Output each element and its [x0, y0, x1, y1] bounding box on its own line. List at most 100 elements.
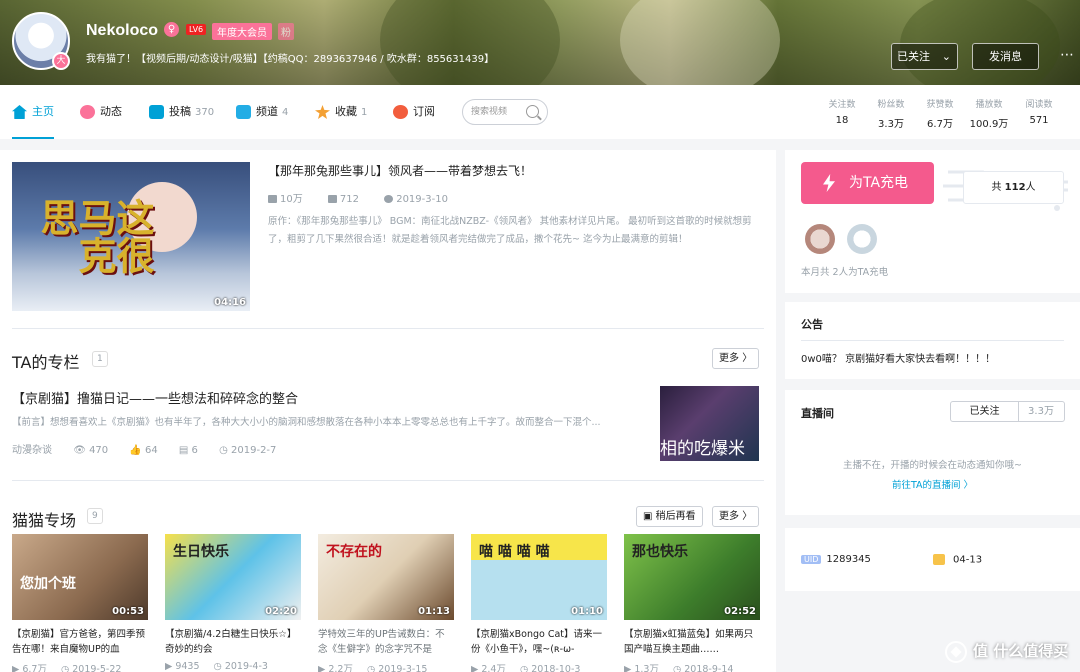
uid-value: 1289345: [826, 554, 871, 565]
featured-video-title[interactable]: 【那年那兔那些事儿】领风者——带着梦想去飞！: [268, 162, 532, 179]
video-plays-value: 1.3万: [634, 664, 659, 672]
danmaku-count: 712: [327, 194, 359, 205]
more-options-icon[interactable]: ⋯: [1054, 43, 1080, 70]
video-thumbnail[interactable]: 那也快乐 02:52: [624, 534, 760, 620]
follow-button[interactable]: 已关注 ⌄: [891, 43, 958, 70]
video-title[interactable]: 学特效三年的UP告诫数白：不念《生僻字》的念字咒不是: [318, 627, 454, 657]
stat-reads-value: 571: [1029, 115, 1049, 126]
vip-badge[interactable]: 年度大会员: [212, 23, 272, 40]
thumbnail-overlay-text: 这很马克思: [34, 198, 154, 274]
tab-subscribe[interactable]: 订阅: [393, 85, 435, 139]
video-plays-value: 6.7万: [22, 664, 47, 672]
charge-button-label: 为TA充电: [849, 175, 909, 191]
stat-fans-label: 粉丝数: [877, 100, 905, 110]
featured-video-meta: 10万 712 2019-3-10: [268, 190, 470, 205]
article-title[interactable]: 【京剧猫】撸猫日记——一些想法和碎碎念的整合: [12, 388, 298, 407]
video-title[interactable]: 【京剧猫】官方爸爸，第四季预告在哪！来自魔物UP的血: [12, 627, 148, 657]
video-title[interactable]: 【京剧猫x虹猫蓝兔】如果两只国产喵互换主题曲……: [624, 627, 760, 657]
stat-likes-label: 获赞数: [926, 100, 954, 110]
video-thumbnail[interactable]: 生日快乐 02:20: [165, 534, 301, 620]
stat-plays-value: 100.9万: [969, 119, 1009, 130]
video-date-value: 2019-4-3: [224, 661, 268, 672]
video-duration: 00:53: [112, 606, 144, 617]
tab-home[interactable]: 主页: [12, 85, 54, 139]
charge-month-note: 本月共 2人为TA充电: [801, 267, 889, 278]
tab-channel[interactable]: 频道 4: [236, 85, 288, 139]
username: Nekoloco: [86, 22, 159, 39]
tab-dynamic[interactable]: 动态: [80, 85, 122, 139]
video-title[interactable]: 【京剧猫/4.2白糖生日快乐☆】奇妙的约会: [165, 627, 301, 657]
play-count: 10万: [268, 194, 303, 205]
video-plays: ▶ 6.7万: [12, 664, 47, 672]
video-date: ◷ 2018-10-3: [520, 664, 580, 672]
video-thumbnail[interactable]: 喵 喵 喵 喵 01:10: [471, 534, 607, 620]
stat-fans[interactable]: 粉丝数 3.3万: [871, 97, 911, 130]
live-followed-tab[interactable]: 已关注: [951, 402, 1019, 421]
article-meta: 动漫杂谈 👁 470 👍 64 ▤ 6 ◷ 2019-2-7: [12, 441, 294, 456]
video-icon: [149, 105, 164, 119]
cake-icon: [933, 554, 945, 565]
thumbnail-overlay-text: 生日快乐: [173, 544, 229, 560]
charger-avatar[interactable]: [847, 224, 877, 254]
follow-button-label: 已关注: [897, 50, 930, 63]
video-duration: 02:20: [265, 606, 297, 617]
video-date: ◷ 2019-5-22: [61, 664, 121, 672]
star-icon: [315, 105, 330, 119]
video-date: ◷ 2019-4-3: [213, 661, 268, 672]
column-more-label: 更多: [719, 353, 739, 364]
video-date-value: 2019-3-15: [378, 664, 428, 672]
live-room-link[interactable]: 前往TA的直播间 〉: [785, 477, 1080, 491]
message-button[interactable]: 发消息: [972, 43, 1039, 70]
danmaku-icon: [327, 195, 337, 203]
live-follower-count: 3.3万: [1028, 406, 1054, 417]
stat-following[interactable]: 关注数 18: [822, 97, 862, 126]
playlist-more-button[interactable]: 更多 〉: [712, 506, 760, 527]
heart-icon: [393, 105, 408, 119]
video-search-input[interactable]: 搜索视频: [462, 99, 548, 125]
video-card[interactable]: 您加个班 00:53 【京剧猫】官方爸爸，第四季预告在哪！来自魔物UP的血 ▶ …: [12, 534, 148, 672]
article-category[interactable]: 动漫杂谈: [12, 445, 52, 456]
charge-total-prefix: 共: [991, 182, 1002, 193]
notice-panel: 公告 0w0喵？ 京剧猫好看大家快去看啊！！！！: [785, 302, 1080, 379]
video-title[interactable]: 【京剧猫xBongo Cat】请来一份《小鱼干》，嘿~(ʀ-ω-: [471, 627, 607, 657]
video-card[interactable]: 生日快乐 02:20 【京剧猫/4.2白糖生日快乐☆】奇妙的约会 ▶ 9435 ◷…: [165, 534, 301, 672]
watch-later-button[interactable]: ▣ 稍后再看: [636, 506, 703, 527]
search-icon[interactable]: [526, 105, 539, 118]
female-icon: ♀: [164, 22, 179, 37]
video-plays: ▶ 2.2万: [318, 664, 353, 672]
chevron-down-icon: ⌄: [941, 50, 951, 63]
playlist-section-title: 猫猫专场: [12, 511, 77, 530]
user-signature: 我有猫了！【视频后期/动态设计/吸猫】【约稿QQ：2893637946 / 吹水…: [86, 54, 495, 65]
video-card[interactable]: 那也快乐 02:52 【京剧猫x虹猫蓝兔】如果两只国产喵互换主题曲…… ▶ 1.…: [624, 534, 760, 672]
video-meta: ▶ 2.4万 ◷ 2018-10-3: [471, 661, 607, 672]
article-thumbnail[interactable]: 相的吃爆米: [660, 386, 759, 461]
charge-total-suffix: 人: [1025, 182, 1036, 193]
tab-posts-count: 370: [195, 107, 215, 118]
charge-button[interactable]: 为TA充电: [801, 162, 934, 204]
avatar[interactable]: 大: [12, 12, 70, 70]
column-more-button[interactable]: 更多 〉: [712, 348, 760, 369]
live-follow-tabs[interactable]: 已关注 3.3万: [950, 401, 1065, 422]
tab-favorites[interactable]: 收藏 1: [315, 85, 367, 139]
profile-banner: 大 Nekoloco ♀ LV6 年度大会员 粉 我有猫了！【视频后期/动态设计…: [0, 0, 1080, 85]
charger-avatar[interactable]: [805, 224, 835, 254]
charge-total: 共 112人: [963, 171, 1064, 204]
video-thumbnail[interactable]: 您加个班 00:53: [12, 534, 148, 620]
featured-video-thumbnail[interactable]: 这很马克思 04:16: [12, 162, 250, 311]
tab-posts-label: 投稿: [169, 105, 191, 118]
live-title: 直播间: [801, 407, 834, 420]
article-likes: 👍 64: [129, 445, 158, 456]
home-icon: [12, 105, 27, 119]
video-plays-value: 2.4万: [481, 664, 506, 672]
video-date: ◷ 2019-3-15: [367, 664, 427, 672]
main-content: 这很马克思 04:16 【那年那兔那些事儿】领风者——带着梦想去飞！ 10万 7…: [0, 150, 776, 672]
video-card[interactable]: 喵 喵 喵 喵 01:10 【京剧猫xBongo Cat】请来一份《小鱼干》，嘿…: [471, 534, 607, 672]
video-thumbnail[interactable]: 不存在的 01:13: [318, 534, 454, 620]
level-badge: LV6: [186, 24, 207, 35]
video-card[interactable]: 不存在的 01:13 学特效三年的UP告诫数白：不念《生僻字》的念字咒不是 ▶ …: [318, 534, 454, 672]
birthday-value: 04-13: [953, 554, 983, 566]
tab-posts[interactable]: 投稿 370: [149, 85, 214, 139]
fan-badge[interactable]: 粉: [278, 23, 294, 40]
tab-home-label: 主页: [32, 105, 54, 118]
notice-divider: [801, 340, 1064, 341]
